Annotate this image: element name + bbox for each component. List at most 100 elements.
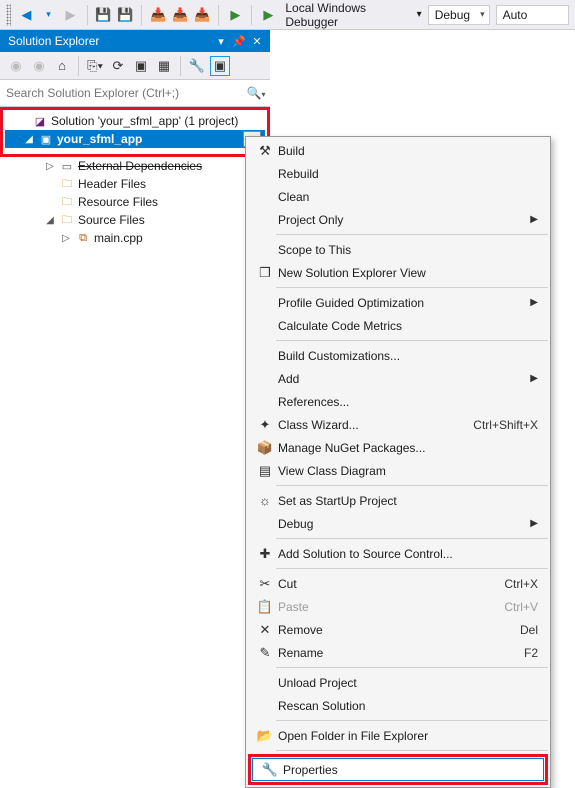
project-label: your_sfml_app (57, 132, 142, 146)
tree-source-files[interactable]: ◢ 🗀 Source Files (0, 211, 270, 229)
start-debugger-button[interactable]: ▶ (259, 5, 277, 25)
chevron-down-icon[interactable]: ◢ (44, 215, 56, 226)
menu-item-manage-nuget-packages[interactable]: 📦Manage NuGet Packages... (248, 436, 548, 459)
save-button[interactable]: 💾 (94, 5, 112, 25)
menu-item-rescan-solution[interactable]: Rescan Solution (248, 694, 548, 717)
menu-item-add-solution-to-source-control[interactable]: ✚Add Solution to Source Control... (248, 542, 548, 565)
preview-selected-button[interactable]: ▣ (210, 56, 230, 76)
platform-combo[interactable]: Auto (496, 5, 569, 25)
build3-button[interactable]: 📥 (193, 5, 211, 25)
panel-menu-button[interactable]: ▾ (212, 35, 230, 48)
tree-resource-files[interactable]: 🗀 Resource Files (0, 193, 270, 211)
menu-item-unload-project[interactable]: Unload Project (248, 671, 548, 694)
menu-item-add[interactable]: Add▶ (248, 367, 548, 390)
build2-button[interactable]: 📥 (171, 5, 189, 25)
main-cpp-label: main.cpp (94, 231, 143, 245)
chevron-down-icon: ▾ (480, 9, 485, 20)
menu-item-label: Add (278, 372, 526, 386)
menu-item-calculate-code-metrics[interactable]: Calculate Code Metrics (248, 314, 548, 337)
tree-header-files[interactable]: 🗀 Header Files (0, 175, 270, 193)
menu-separator (276, 750, 548, 751)
properties-icon: 🔧 (257, 762, 283, 778)
menu-item-scope-to-this[interactable]: Scope to This (248, 238, 548, 261)
menu-item-references[interactable]: References... (248, 390, 548, 413)
menu-item-clean[interactable]: Clean (248, 185, 548, 208)
toolbar-separator (141, 5, 142, 25)
cut-icon: ✂ (252, 576, 278, 592)
tree-solution-node[interactable]: ◪ Solution 'your_sfml_app' (1 project) (5, 112, 265, 130)
properties-icon[interactable]: 🔧 (187, 56, 207, 76)
menu-item-label: Build Customizations... (278, 349, 538, 363)
source-control-icon: ✚ (252, 546, 278, 562)
nuget-icon: 📦 (252, 440, 278, 456)
menu-item-build[interactable]: ⚒Build (248, 139, 548, 162)
menu-item-shortcut: Del (520, 623, 538, 637)
scope-button[interactable]: ⎘▾ (85, 56, 105, 76)
save-all-button[interactable]: 💾 (116, 5, 134, 25)
menu-item-remove[interactable]: ✕RemoveDel (248, 618, 548, 641)
menu-item-debug[interactable]: Debug▶ (248, 512, 548, 535)
debugger-label[interactable]: Local Windows Debugger (285, 1, 408, 29)
home-icon[interactable]: ⌂ (52, 56, 72, 76)
menu-separator (276, 287, 548, 288)
chevron-right-icon[interactable]: ▷ (44, 161, 56, 172)
header-files-label: Header Files (78, 177, 146, 191)
menu-item-cut[interactable]: ✂CutCtrl+X (248, 572, 548, 595)
show-all-icon[interactable]: ▦ (154, 56, 174, 76)
external-deps-icon: ▭ (60, 159, 74, 173)
close-icon[interactable]: ✕ (248, 35, 266, 48)
folder-icon: 🗀 (60, 213, 74, 227)
menu-item-label: Manage NuGet Packages... (278, 441, 538, 455)
menu-item-label: References... (278, 395, 538, 409)
search-icon[interactable]: 🔍▾ (246, 86, 266, 100)
hammer-icon: ⚒ (252, 143, 278, 159)
pin-icon[interactable]: 📌 (230, 35, 248, 48)
menu-item-rebuild[interactable]: Rebuild (248, 162, 548, 185)
tree-project-node[interactable]: ◢ ▣ your_sfml_app ▾ (5, 130, 265, 148)
menu-item-open-folder-in-file-explorer[interactable]: 📂Open Folder in File Explorer (248, 724, 548, 747)
solution-label: Solution 'your_sfml_app' (1 project) (51, 114, 238, 128)
panel-titlebar[interactable]: Solution Explorer ▾ 📌 ✕ (0, 30, 270, 52)
tree-main-cpp[interactable]: ▷ ⧉ main.cpp (0, 229, 270, 247)
menu-item-label: Rename (278, 646, 524, 660)
nav-back-dropdown[interactable]: ▾ (39, 5, 57, 25)
menu-item-shortcut: F2 (524, 646, 538, 660)
menu-item-class-wizard[interactable]: ✦Class Wizard...Ctrl+Shift+X (248, 413, 548, 436)
menu-item-rename[interactable]: ✎RenameF2 (248, 641, 548, 664)
refresh-icon[interactable]: ⟳ (108, 56, 128, 76)
annotation-highlight-project: ◪ Solution 'your_sfml_app' (1 project) ◢… (0, 107, 270, 157)
menu-item-view-class-diagram[interactable]: ▤View Class Diagram (248, 459, 548, 482)
menu-item-label: Properties (283, 763, 533, 777)
menu-item-project-only[interactable]: Project Only▶ (248, 208, 548, 231)
search-input[interactable] (4, 82, 246, 104)
nav-forward-button[interactable]: ▶ (61, 5, 79, 25)
menu-item-profile-guided-optimization[interactable]: Profile Guided Optimization▶ (248, 291, 548, 314)
tree: ◪ Solution 'your_sfml_app' (1 project) ◢… (5, 112, 265, 152)
menu-item-label: Debug (278, 517, 526, 531)
configuration-combo[interactable]: Debug ▾ (428, 5, 490, 25)
tree-external-deps[interactable]: ▷ ▭ External Dependencies (0, 157, 270, 175)
menu-item-properties[interactable]: 🔧Properties (252, 758, 544, 781)
start-button[interactable]: ▶ (226, 5, 244, 25)
menu-item-new-solution-explorer-view[interactable]: ❐New Solution Explorer View (248, 261, 548, 284)
folder-icon: 🗀 (60, 195, 74, 209)
build-button[interactable]: 📥 (149, 5, 167, 25)
menu-separator (276, 568, 548, 569)
menu-item-set-as-startup-project[interactable]: ☼Set as StartUp Project (248, 489, 548, 512)
project-icon: ▣ (39, 132, 53, 146)
solution-explorer-panel: Solution Explorer ▾ 📌 ✕ ◉ ◉ ⌂ ⎘▾ ⟳ ▣ ▦ 🔧… (0, 30, 270, 251)
menu-item-label: View Class Diagram (278, 464, 538, 478)
collapse-all-icon[interactable]: ▣ (131, 56, 151, 76)
nav-back-button[interactable]: ◀ (17, 5, 35, 25)
chevron-right-icon[interactable]: ▷ (60, 233, 72, 244)
chevron-down-icon[interactable]: ◢ (23, 134, 35, 145)
back-button[interactable]: ◉ (6, 56, 26, 76)
forward-button[interactable]: ◉ (29, 56, 49, 76)
source-files-label: Source Files (78, 213, 145, 227)
remove-icon: ✕ (252, 622, 278, 638)
rename-icon: ✎ (252, 645, 278, 661)
debugger-dropdown[interactable]: ▾ (417, 9, 422, 20)
menu-item-build-customizations[interactable]: Build Customizations... (248, 344, 548, 367)
menu-item-paste: 📋PasteCtrl+V (248, 595, 548, 618)
menu-item-label: Class Wizard... (278, 418, 473, 432)
